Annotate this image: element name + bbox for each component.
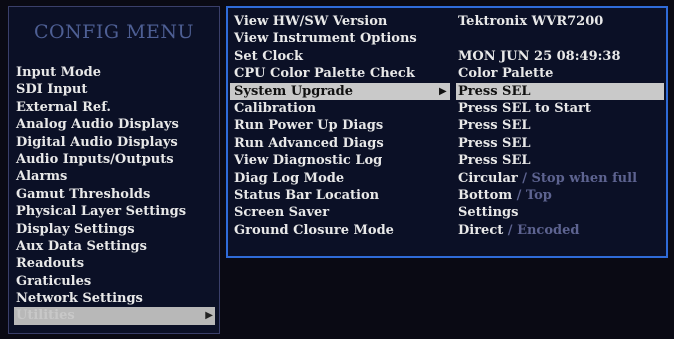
menu-item-label: Display Settings [16,221,135,237]
config-menu-title: CONFIG MENU [33,21,195,43]
menu-item[interactable]: Physical Layer Settings [14,203,215,220]
utility-value: MON JUN 25 08:49:38 [458,48,621,65]
value-text: Circular [458,170,518,186]
utility-label: Diag Log Mode [234,170,345,186]
utility-label: View Instrument Options [234,31,417,47]
value-text: Direct [458,222,504,238]
menu-item-label: Gamut Thresholds [16,186,151,202]
utility-value: Color Palette [458,65,553,82]
utility-row[interactable]: Calibration Press SEL to Start [228,100,666,117]
menu-item[interactable]: Audio Inputs/Outputs [14,151,215,168]
utility-label: Screen Saver [234,205,330,221]
menu-item[interactable]: Utilities ▶ [14,307,215,325]
utility-label: View Diagnostic Log [234,153,383,169]
value-alternative: / Encoded [503,222,580,238]
menu-item-label: Network Settings [16,291,143,307]
utility-value: Bottom / Top [458,187,552,204]
value-alternative: / Top [512,187,552,203]
menu-item-label: Utilities [16,308,75,324]
menu-item-label: Aux Data Settings [16,238,147,254]
menu-item-label: Graticules [16,273,92,289]
menu-item[interactable]: Input Mode [14,64,215,81]
utilities-rows: View HW/SW Version Tektronix WVR7200 View … [228,13,666,239]
utility-label: System Upgrade [234,83,353,99]
menu-item-label: External Ref. [16,99,111,115]
menu-item[interactable]: Aux Data Settings [14,238,215,255]
menu-item[interactable]: Analog Audio Displays [14,116,215,133]
menu-item-label: Analog Audio Displays [16,117,179,133]
utility-row[interactable]: View HW/SW Version Tektronix WVR7200 [228,13,666,30]
utility-label: Ground Closure Mode [234,222,394,238]
value-text: Tektronix WVR7200 [458,14,604,29]
utility-row[interactable]: Diag Log Mode Circular / Stop when full [228,170,666,187]
menu-item-label: SDI Input [16,82,88,98]
menu-item[interactable]: Gamut Thresholds [14,186,215,203]
value-text: Press SEL [458,118,531,134]
menu-item-label: Readouts [16,256,85,272]
value-text: Press SEL [458,135,531,151]
utility-label: Calibration [234,100,317,116]
value-alternative: / Stop when full [517,170,638,186]
utility-row[interactable]: Run Power Up Diags Press SEL [228,117,666,134]
menu-item-label: Physical Layer Settings [16,204,187,220]
menu-item[interactable]: SDI Input [14,81,215,98]
value-text: MON JUN 25 08:49:38 [458,48,621,64]
menu-item-label: Audio Inputs/Outputs [16,151,174,167]
utility-value: Circular / Stop when full [458,170,637,187]
menu-item-label: Input Mode [16,65,102,80]
menu-item[interactable]: Graticules [14,273,215,290]
utility-label: Set Clock [234,48,304,64]
utility-value: Press SEL [458,83,531,100]
utility-row[interactable]: Run Advanced Diags Press SEL [228,135,666,152]
utility-value: Direct / Encoded [458,222,579,239]
utility-row[interactable]: Ground Closure Mode Direct / Encoded [228,222,666,239]
utility-label: Run Advanced Diags [234,135,384,151]
utility-label: CPU Color Palette Check [234,66,415,82]
utility-row[interactable]: Screen Saver Settings [228,204,666,221]
menu-item[interactable]: Alarms [14,168,215,185]
utility-value: Press SEL [458,117,531,134]
utility-row[interactable]: System Upgrade ▶ Press SEL [228,82,666,100]
submenu-arrow-icon: ▶ [205,310,213,322]
utility-label: View HW/SW Version [234,14,388,29]
utilities-submenu-panel: View HW/SW Version Tektronix WVR7200 View … [226,6,668,258]
config-menu-list: Input Mode SDI Input External Ref. Analog A… [14,64,215,325]
menu-item[interactable]: Display Settings [14,221,215,238]
utility-row[interactable]: Status Bar Location Bottom / Top [228,187,666,204]
value-text: Bottom [458,187,513,203]
utility-row[interactable]: Set Clock MON JUN 25 08:49:38 [228,48,666,65]
value-text: Press SEL [458,83,531,99]
value-text: Press SEL [458,153,531,169]
submenu-arrow-icon: ▶ [439,85,447,97]
menu-item[interactable]: External Ref. [14,99,215,116]
config-menu-panel: CONFIG MENU Input Mode SDI Input External … [8,6,220,334]
utility-value: Press SEL to Start [458,100,591,117]
utility-row[interactable]: View Instrument Options [228,30,666,47]
menu-item-label: Digital Audio Displays [16,134,178,150]
utility-value: Press SEL [458,135,531,152]
utility-value: Tektronix WVR7200 [458,13,603,30]
utility-value: Press SEL [458,152,531,169]
menu-item[interactable]: Readouts [14,255,215,272]
value-text: Settings [458,205,519,221]
menu-item-label: Alarms [16,169,68,185]
utility-row[interactable]: CPU Color Palette Check Color Palette [228,65,666,82]
value-text: Color Palette [458,66,554,82]
utility-value: Settings [458,204,518,221]
utility-row[interactable]: View Diagnostic Log Press SEL [228,152,666,169]
menu-item[interactable]: Network Settings [14,290,215,307]
utility-label: Status Bar Location [234,187,380,203]
menu-item[interactable]: Digital Audio Displays [14,134,215,151]
value-text: Press SEL to Start [458,100,591,116]
utility-label: Run Power Up Diags [234,118,384,134]
